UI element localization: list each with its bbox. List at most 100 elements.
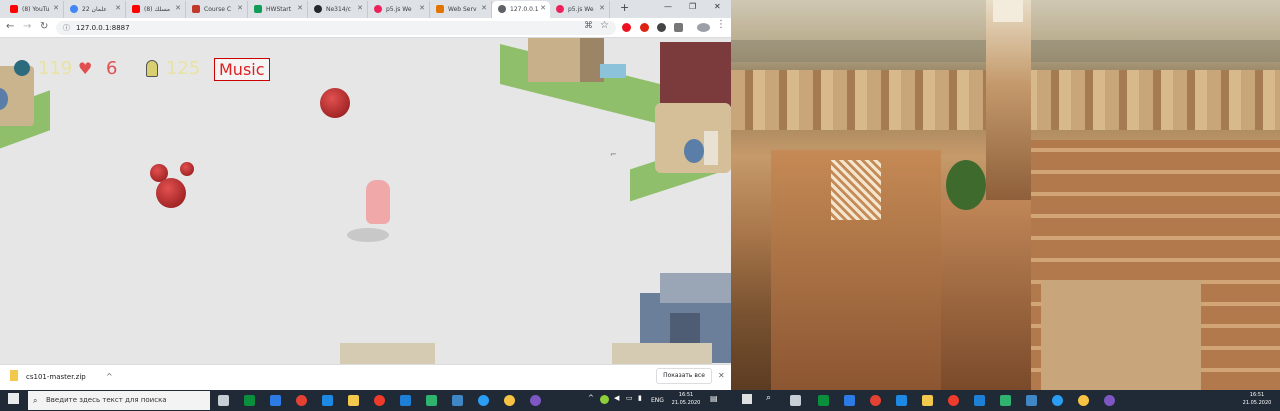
back-icon[interactable]: ← [6, 21, 14, 32]
edge-icon[interactable] [322, 395, 333, 406]
windows-start-icon[interactable] [8, 393, 19, 404]
clock-time[interactable]: 16:51 [1240, 392, 1274, 399]
tab-github[interactable]: Ne314/c ✕ [308, 1, 368, 18]
forward-icon[interactable]: → [23, 21, 31, 32]
network-icon[interactable]: ▭ [626, 395, 633, 402]
telegram-icon[interactable] [478, 395, 489, 406]
vscode-icon[interactable] [974, 395, 985, 406]
tab-p5js-2[interactable]: p5.js We ✕ [550, 1, 610, 18]
tab-google[interactable]: علمان 22 ✕ [64, 1, 126, 18]
close-tab-icon[interactable]: ✕ [419, 4, 425, 12]
close-tab-icon[interactable]: ✕ [53, 4, 59, 12]
youtube-icon [10, 5, 18, 13]
app-icon[interactable] [1104, 395, 1115, 406]
mail-icon[interactable] [844, 395, 855, 406]
close-download-bar-button[interactable]: ✕ [718, 371, 725, 380]
store-icon[interactable] [818, 395, 829, 406]
tab-localhost[interactable]: 127.0.0.1 ✕ [492, 1, 550, 18]
windows-start-icon[interactable] [742, 394, 752, 404]
tab-youtube-1[interactable]: (8) YouTu ✕ [4, 1, 64, 18]
tab-p5js-1[interactable]: p5.js We ✕ [368, 1, 430, 18]
sheets-icon [254, 5, 262, 13]
chrome-icon[interactable] [296, 395, 307, 406]
download-options-chevron[interactable]: ^ [106, 372, 113, 381]
minimize-button[interactable]: — [664, 2, 672, 11]
clock-time[interactable]: 16:51 [669, 392, 703, 399]
menu-icon[interactable]: ⋮ [716, 19, 726, 30]
close-tab-icon[interactable]: ✕ [540, 4, 546, 12]
show-all-downloads-button[interactable]: Показать все [656, 368, 712, 384]
tab-web-server[interactable]: Web Serv ✕ [430, 1, 492, 18]
app-icon[interactable] [530, 395, 541, 406]
close-tab-icon[interactable]: ✕ [237, 4, 243, 12]
bookmark-star-icon[interactable]: ☆ [600, 20, 609, 31]
close-window-button[interactable]: ✕ [714, 2, 721, 11]
app-icon[interactable] [1026, 395, 1037, 406]
edge-icon[interactable] [896, 395, 907, 406]
close-tab-icon[interactable]: ✕ [599, 4, 605, 12]
file-explorer-icon[interactable] [348, 395, 359, 406]
store-icon[interactable] [244, 395, 255, 406]
volume-icon[interactable]: ◀ [614, 395, 619, 402]
close-tab-icon[interactable]: ✕ [115, 4, 121, 12]
google-icon [70, 5, 78, 13]
app-icon[interactable] [452, 395, 463, 406]
close-tab-icon[interactable]: ✕ [175, 4, 181, 12]
close-tab-icon[interactable]: ✕ [481, 4, 487, 12]
maximize-button[interactable]: ❐ [689, 2, 696, 11]
tab-label: p5.js We [386, 6, 412, 13]
profile-avatar[interactable] [697, 23, 710, 32]
game-canvas[interactable]: 119 ♥ 6 125 Music ⌐ [0, 38, 731, 364]
battery-icon[interactable]: ▮ [638, 395, 642, 402]
translate-icon[interactable]: ⌘ [584, 21, 593, 31]
notifications-icon[interactable]: ▤ [710, 395, 718, 403]
chrome-icon[interactable] [870, 395, 881, 406]
search-icon[interactable]: ⌕ [766, 393, 771, 403]
task-view-icon[interactable] [218, 395, 229, 406]
app-icon[interactable] [1078, 395, 1089, 406]
heart-icon: ♥ [78, 59, 93, 78]
clock-date[interactable]: 21.05.2020 [1240, 400, 1274, 407]
tab-course[interactable]: Course C ✕ [186, 1, 248, 18]
tray-chevron-icon[interactable]: ^ [588, 395, 594, 402]
taskbar-search-box[interactable]: ⌕ Введите здесь текст для поиска [28, 391, 210, 410]
rocks-bottom-right [612, 343, 712, 364]
file-explorer-icon[interactable] [922, 395, 933, 406]
building-right [630, 93, 731, 202]
tab-label: Ne314/c [326, 6, 351, 13]
opera-extension-icon[interactable] [622, 23, 631, 32]
close-tab-icon[interactable]: ✕ [357, 4, 363, 12]
tray-app-icon[interactable] [600, 395, 609, 404]
person-icon [146, 60, 158, 77]
reload-icon[interactable]: ↻ [40, 21, 48, 32]
tab-youtube-2[interactable]: (8) مسلك ✕ [126, 1, 186, 18]
virus-enemy [180, 162, 194, 176]
course-icon [192, 5, 200, 13]
vscode-icon[interactable] [400, 395, 411, 406]
download-file-name[interactable]: cs101-master.zip [26, 373, 86, 381]
music-button[interactable]: Music [214, 58, 270, 81]
clock-date[interactable]: 21.05.2020 [669, 400, 703, 407]
yandex-icon[interactable] [374, 395, 385, 406]
adblock-extension-icon[interactable] [640, 23, 649, 32]
new-tab-button[interactable]: + [620, 1, 629, 14]
people-counter: 125 [166, 58, 201, 79]
tab-hwstart[interactable]: HWStart ✕ [248, 1, 308, 18]
globe-icon [498, 5, 506, 13]
telegram-icon[interactable] [1052, 395, 1063, 406]
shield-extension-icon[interactable] [674, 23, 683, 32]
address-bar[interactable]: ⓘ 127.0.0.1:8887 [56, 21, 616, 35]
mail-icon[interactable] [270, 395, 281, 406]
task-view-icon[interactable] [790, 395, 801, 406]
tab-label: (8) YouTu [22, 6, 50, 13]
info-icon[interactable]: ⓘ [63, 21, 70, 35]
extension-icon[interactable] [657, 23, 666, 32]
lives-counter: 6 [106, 58, 118, 79]
p5js-icon [374, 5, 382, 13]
yandex-icon[interactable] [948, 395, 959, 406]
close-tab-icon[interactable]: ✕ [297, 4, 303, 12]
app-icon[interactable] [1000, 395, 1011, 406]
app-icon[interactable] [504, 395, 515, 406]
app-icon[interactable] [426, 395, 437, 406]
language-indicator[interactable]: ENG [651, 397, 664, 404]
